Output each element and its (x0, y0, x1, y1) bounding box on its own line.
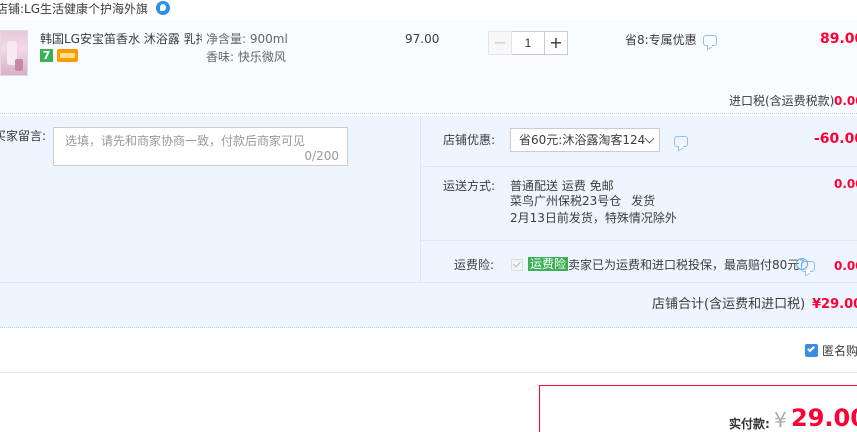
product-image[interactable] (0, 30, 28, 76)
payment-label: 实付款: (729, 417, 770, 431)
item-subtotal: 89.00 (820, 31, 857, 47)
shipping-line-1: 普通配送 运费 免邮 (510, 179, 614, 193)
shop-total-label: 店铺合计(含运费和进口税) (652, 297, 806, 312)
increase-quantity-button[interactable]: + (544, 31, 568, 55)
shop-label: 店铺: (0, 2, 25, 16)
attr2-label: 香味: (206, 50, 235, 64)
anonymous-purchase-label: 匿名购买 (822, 344, 857, 358)
attr2-value: 快乐微风 (237, 50, 286, 64)
tax-label: 进口税(含运费税款) (729, 94, 835, 108)
options-divider-2 (420, 240, 857, 241)
quantity-input[interactable] (512, 31, 544, 55)
options-divider-vertical (420, 116, 421, 282)
shipping-line-2: 菜鸟广州保税23号仓 发货 (510, 194, 655, 208)
unit-price: 97.00 (405, 32, 440, 46)
anonymous-purchase-checkbox[interactable] (805, 344, 818, 357)
store-discount-value: -60.00 (814, 131, 857, 147)
promo-chat-icon[interactable] (702, 35, 717, 46)
credit-card-icon (57, 49, 78, 62)
product-title[interactable]: 韩国LG安宝笛香水 沐浴露 乳持... (40, 32, 202, 46)
options-divider-1 (420, 166, 857, 167)
buyer-message-placeholder: 选填，请先和商家协商一致，付款后商家可见 (65, 134, 306, 148)
quantity-stepper: − + (488, 31, 568, 55)
shop-total-value: ¥29.00 (812, 297, 857, 312)
attr1-label: 净含量: (206, 32, 247, 46)
payment-amount: 29.00 (791, 404, 857, 432)
attr-net-content: 净含量: 900ml (206, 32, 288, 46)
summary-divider (0, 372, 857, 373)
seven-day-return-badge: 7 (40, 49, 53, 62)
buyer-message-counter: 0/200 (304, 149, 339, 163)
promo-text: 省8:专属优惠 (625, 33, 717, 47)
attr1-value: 900ml (249, 32, 288, 46)
wangwang-chat-icon[interactable] (155, 1, 170, 15)
discount-chat-icon[interactable] (674, 136, 688, 147)
insurance-label: 运费险: (454, 258, 495, 272)
buyer-message-label: 买家留言: (0, 129, 47, 143)
shipping-warehouse: 菜鸟广州保税23号仓 (510, 194, 622, 208)
insurance-text: 卖家已为运费和进口税投保，最高赔付80元 (568, 258, 800, 272)
payment-currency: ¥ (774, 408, 787, 432)
store-discount-label: 店铺优惠: (443, 133, 496, 147)
shop-header: 店铺:LG生活健康个护海外旗 (0, 0, 170, 18)
store-discount-select[interactable]: 省60元:沐浴露淘客124 (510, 128, 660, 152)
shipping-label: 运送方式: (443, 179, 496, 193)
tax-value: 0.00 (834, 94, 857, 108)
help-question-icon[interactable]: ? (796, 258, 808, 270)
insurance-tag: 运费险 (528, 257, 569, 271)
insurance-value: 0.00 (834, 259, 857, 273)
seven-day-badge-text: 7 (42, 49, 51, 62)
store-discount-selected: 省60元:沐浴露淘客124 (519, 133, 646, 147)
chevron-down-icon (644, 133, 655, 144)
attr-scent: 香味: 快乐微风 (206, 50, 286, 64)
options-divider-3 (0, 282, 857, 283)
insurance-checkbox (511, 259, 523, 271)
shipping-value: 0.00 (834, 177, 857, 191)
payment-summary-box: 实付款: ¥ 29.00 (539, 385, 857, 432)
shipping-dispatch: 发货 (631, 194, 656, 208)
shop-name[interactable]: LG生活健康个护海外旗 (24, 2, 148, 16)
decrease-quantity-button[interactable]: − (488, 31, 512, 55)
buyer-message-box[interactable]: 选填，请先和商家协商一致，付款后商家可见 0/200 (53, 127, 348, 166)
shipping-line-3: 2月13日前发货，特殊情况除外 (510, 211, 677, 225)
promo-label: 省8:专属优惠 (625, 33, 697, 47)
